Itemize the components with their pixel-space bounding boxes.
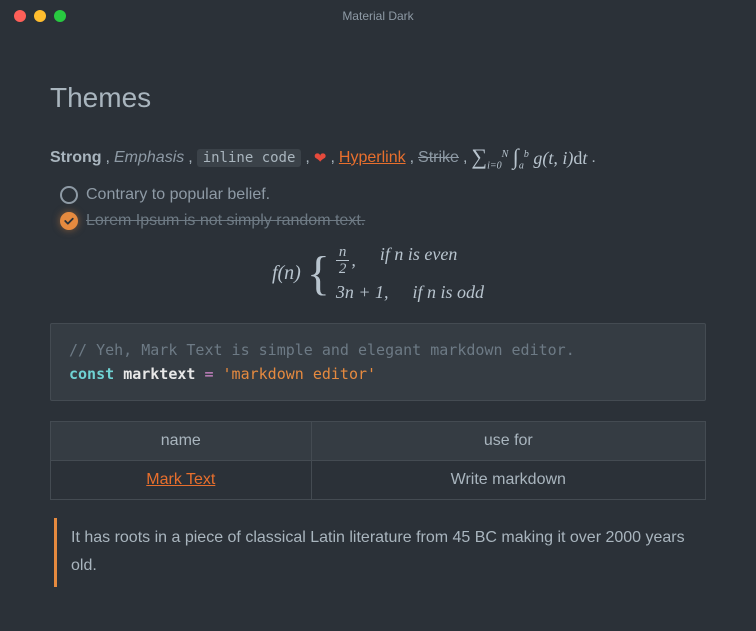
inline-code: inline code (197, 149, 302, 167)
table-row: Mark Text Write markdown (51, 460, 706, 499)
maximize-icon[interactable] (54, 10, 66, 22)
table-cell: Write markdown (311, 460, 705, 499)
code-identifier: marktext (123, 365, 195, 383)
emphasis-text: Emphasis (114, 149, 184, 167)
minimize-icon[interactable] (34, 10, 46, 22)
blockquote: It has roots in a piece of classical Lat… (54, 518, 706, 588)
code-comment: // Yeh, Mark Text is simple and elegant … (69, 341, 575, 359)
heart-icon: ❤ (314, 149, 327, 167)
task-label: Lorem Ipsum is not simply random text. (86, 212, 365, 230)
checkbox-unchecked-icon[interactable] (60, 186, 78, 204)
code-operator: = (204, 365, 213, 383)
task-label: Contrary to popular belief. (86, 186, 270, 204)
math-expr: 3n + 1, (336, 282, 389, 303)
math-block: f(n) { n 2 , if n is even 3n + 1, if n i… (50, 244, 706, 303)
table-header-row: name use for (51, 421, 706, 460)
math-cond: if n is odd (413, 282, 485, 303)
table-link[interactable]: Mark Text (146, 471, 215, 488)
traffic-lights (14, 10, 66, 22)
inline-styles-row: Strong , Emphasis, inline code , ❤ , Hyp… (50, 144, 706, 172)
task-list: Contrary to popular belief. Lorem Ipsum … (60, 186, 706, 230)
hyperlink[interactable]: Hyperlink (339, 149, 406, 167)
strong-text: Strong (50, 149, 102, 167)
page-title: Themes (50, 82, 706, 114)
table: name use for Mark Text Write markdown (50, 421, 706, 500)
editor-content[interactable]: Themes Strong , Emphasis, inline code , … (0, 32, 756, 617)
checkbox-checked-icon[interactable] (60, 212, 78, 230)
math-case: 3n + 1, if n is odd (336, 282, 484, 303)
task-item: Contrary to popular belief. (60, 186, 706, 204)
table-header: name (51, 421, 312, 460)
strike-text: Strike (418, 149, 459, 167)
table-header: use for (311, 421, 705, 460)
math-fn: f(n) (272, 262, 301, 285)
titlebar: Material Dark (0, 0, 756, 32)
close-icon[interactable] (14, 10, 26, 22)
code-block: // Yeh, Mark Text is simple and elegant … (50, 323, 706, 401)
task-item: Lorem Ipsum is not simply random text. (60, 212, 706, 230)
brace-icon: { (307, 252, 330, 295)
inline-math: ∑i=0N ∫ab g(t, i)dt (471, 144, 587, 172)
math-case: n 2 , if n is even (336, 244, 484, 278)
code-string: 'markdown editor' (223, 365, 377, 383)
window-title: Material Dark (0, 9, 756, 23)
math-cond: if n is even (380, 244, 457, 278)
code-keyword: const (69, 365, 114, 383)
